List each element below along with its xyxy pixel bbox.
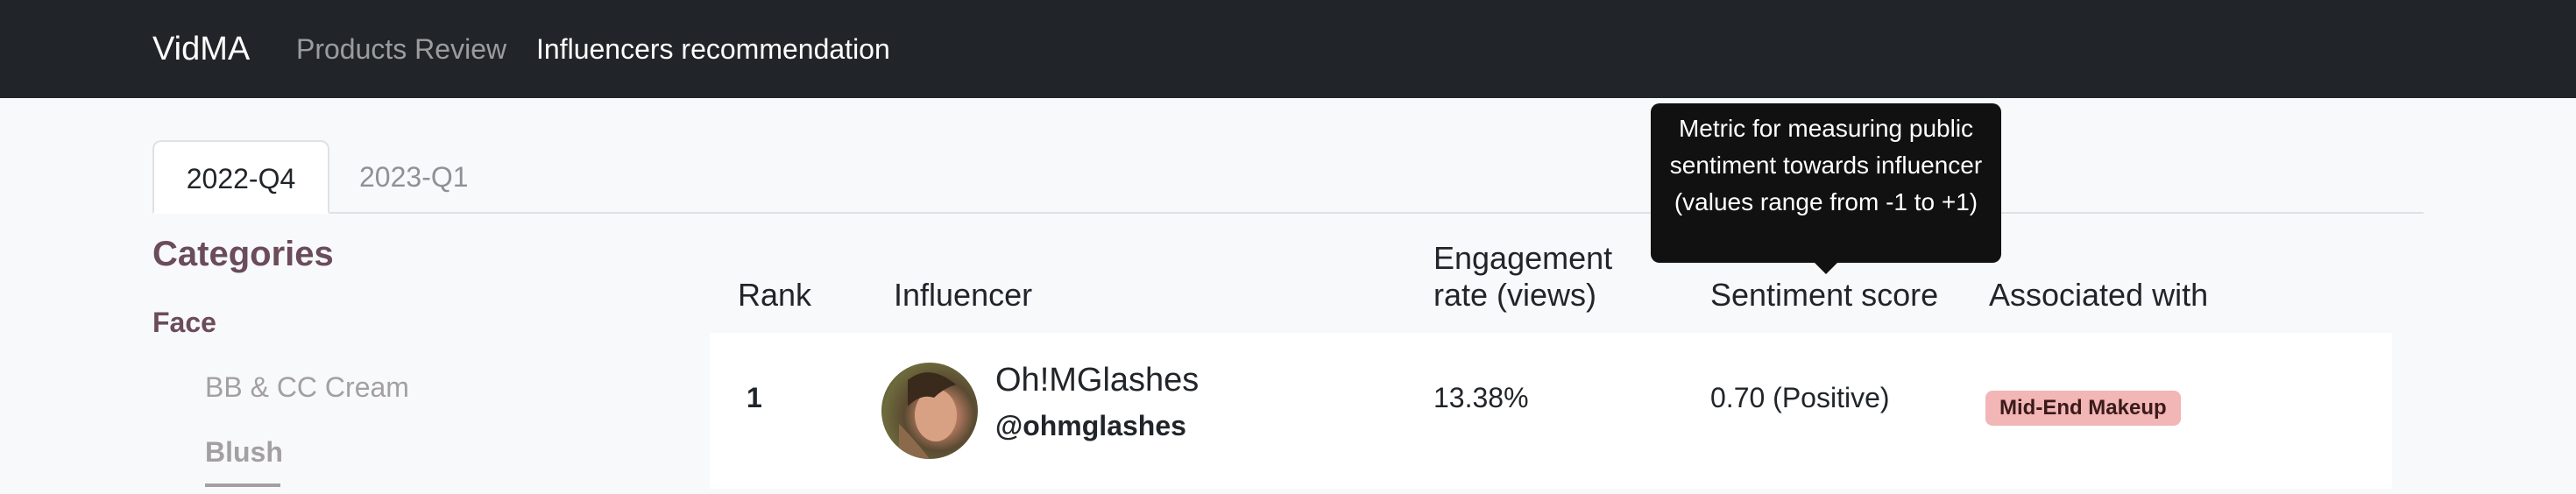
column-header-associated-with: Associated with: [1989, 277, 2209, 313]
tooltip-arrow: [1815, 263, 1837, 274]
avatar-photo-icon: [899, 372, 957, 459]
rank-cell: 1: [747, 382, 762, 413]
column-header-rank: Rank: [738, 277, 812, 313]
influencer-handle[interactable]: @ohmglashes: [995, 408, 1186, 443]
tab-2022-q4[interactable]: 2022-Q4: [152, 140, 329, 214]
column-header-influencer: Influencer: [894, 277, 1033, 313]
category-item-blush[interactable]: Blush: [205, 434, 283, 469]
categories-heading: Categories: [152, 235, 334, 273]
nav-link-influencers-recommendation[interactable]: Influencers recommendation: [536, 32, 890, 67]
nav-link-products-review[interactable]: Products Review: [296, 32, 506, 67]
category-group-face: Face: [152, 307, 216, 338]
column-header-sentiment[interactable]: Sentiment score: [1710, 277, 1938, 314]
active-category-underline: [205, 483, 280, 487]
sentiment-score-cell: 0.70 (Positive): [1710, 382, 1890, 413]
brand-logo[interactable]: VidMA: [152, 28, 250, 70]
column-header-engagement: Engagement rate (views): [1433, 240, 1613, 313]
influencer-name[interactable]: Oh!MGlashes: [995, 361, 1199, 399]
category-item-bb-cc-cream[interactable]: BB & CC Cream: [205, 370, 409, 405]
sentiment-tooltip: Metric for measuring public sentiment to…: [1651, 103, 2001, 263]
tab-2023-q1[interactable]: 2023-Q1: [329, 140, 499, 214]
engagement-rate-cell: 13.38%: [1433, 382, 1529, 413]
associated-tag-badge: Mid-End Makeup: [1985, 391, 2181, 426]
top-navbar: VidMA Products Review Influencers recomm…: [0, 0, 2576, 98]
influencer-avatar[interactable]: [881, 363, 978, 459]
